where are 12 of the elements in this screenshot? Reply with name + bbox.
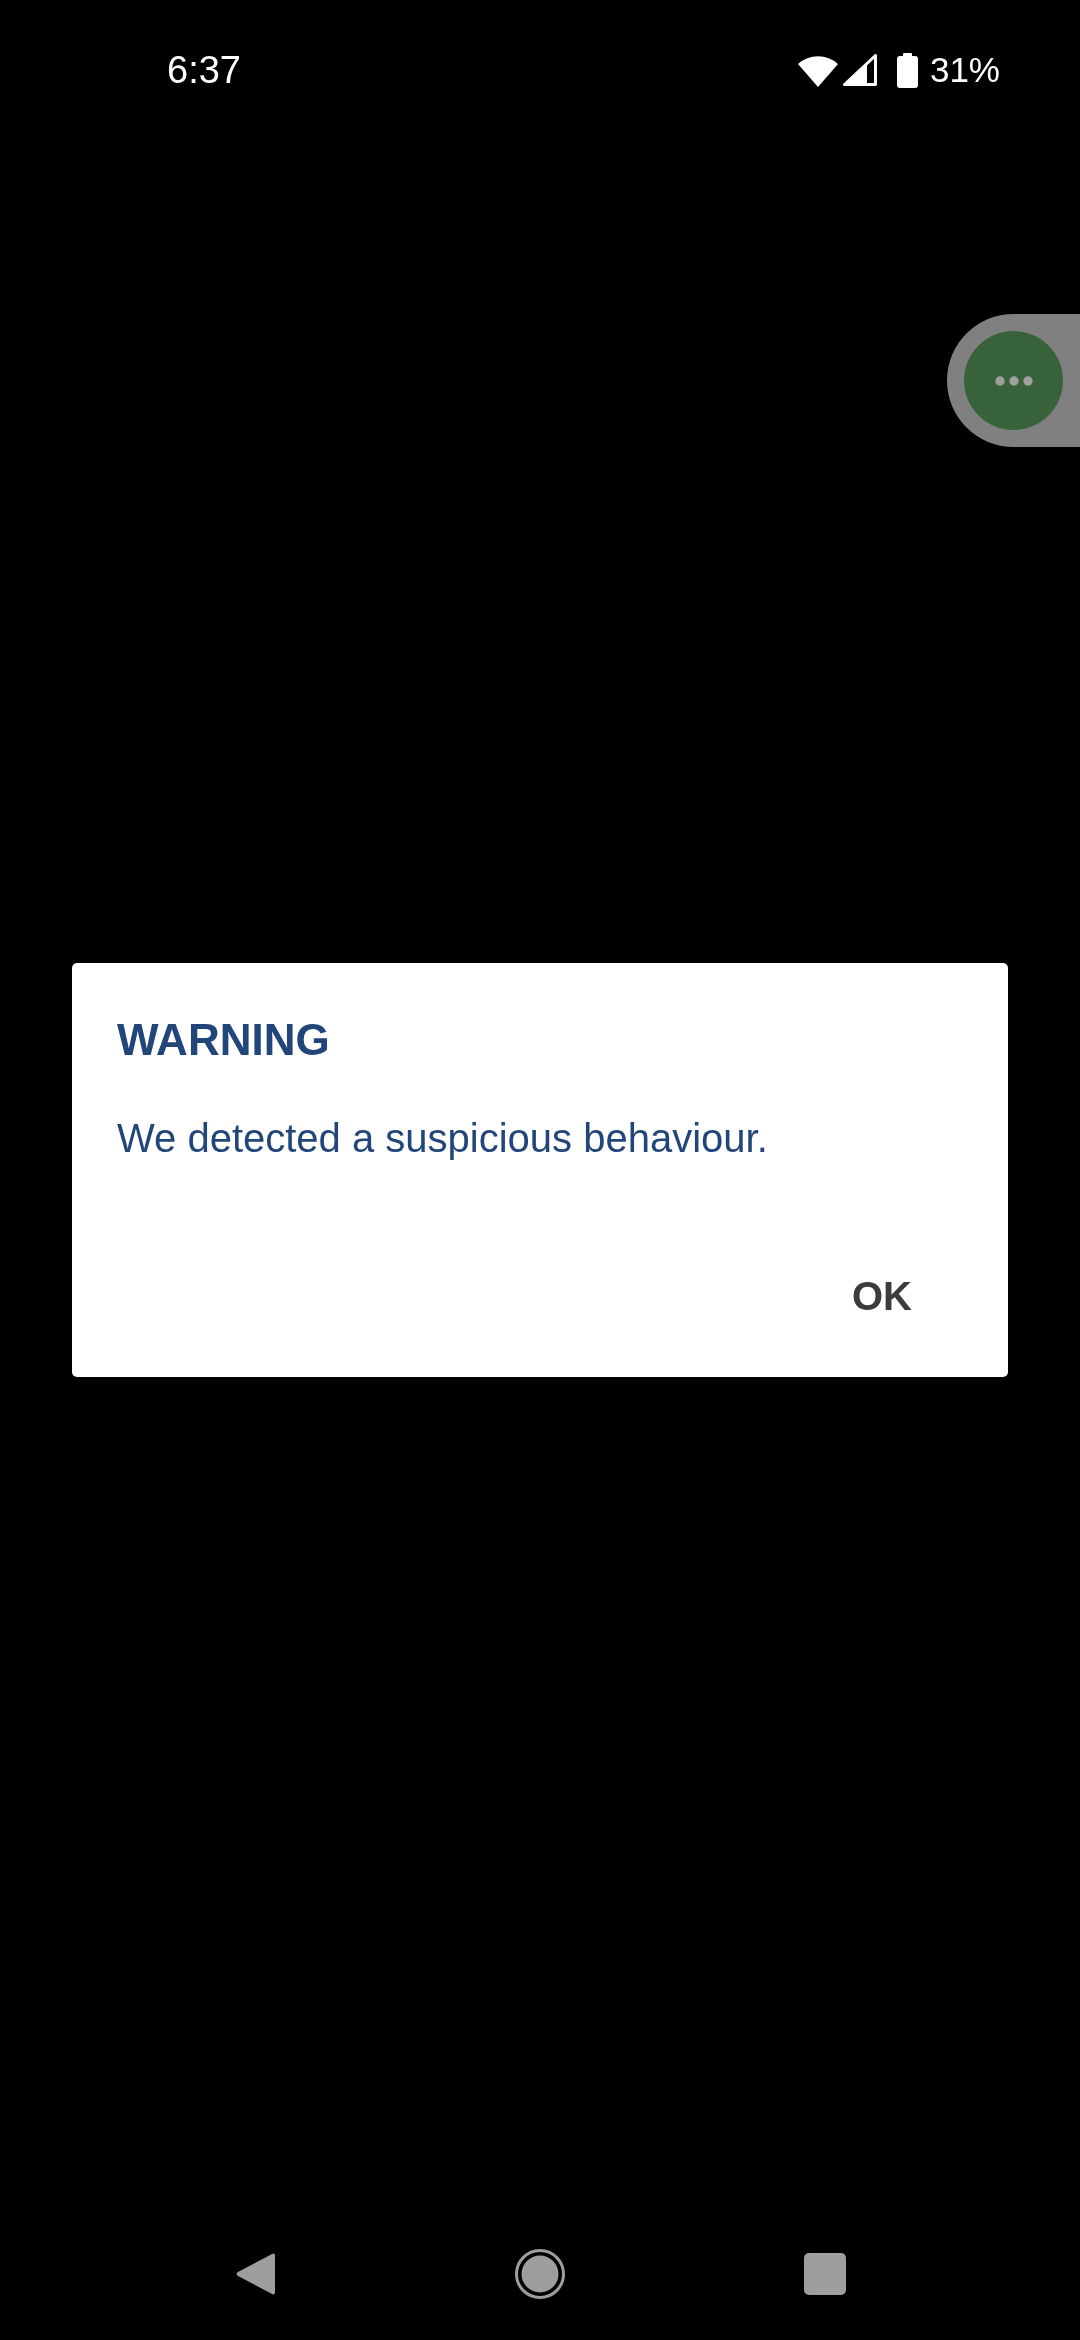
- back-icon[interactable]: [235, 2251, 275, 2297]
- signal-icon: [842, 54, 877, 86]
- floating-bubble-dock[interactable]: [947, 314, 1080, 447]
- battery-percentage: 31%: [929, 49, 1000, 91]
- ok-button[interactable]: OK: [848, 1268, 916, 1324]
- more-icon: [994, 375, 1033, 386]
- wifi-icon: [796, 53, 839, 87]
- dialog-title: WARNING: [117, 1014, 331, 1066]
- status-time: 6:37: [167, 48, 241, 92]
- home-icon[interactable]: [515, 2249, 565, 2299]
- dialog-message: We detected a suspicious behaviour.: [117, 1115, 769, 1162]
- battery-icon: [896, 52, 918, 88]
